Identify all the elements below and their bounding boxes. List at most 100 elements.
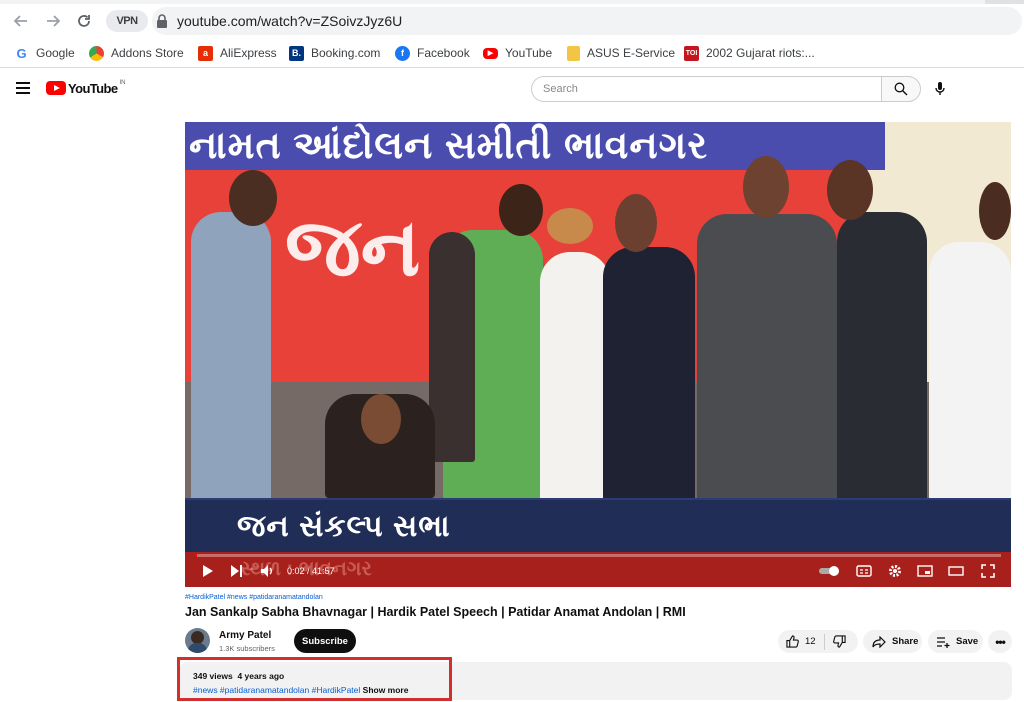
bookmarks-bar: G Google Addons Store a AliExpress B. Bo… (0, 38, 1024, 68)
autoplay-toggle[interactable] (819, 562, 841, 580)
reload-icon[interactable] (73, 10, 95, 32)
upload-age: 4 years ago (237, 671, 285, 681)
person-figure (191, 212, 271, 502)
address-bar-row: VPN youtube.com/watch?v=ZSoivzJyz6U (0, 4, 1024, 38)
bookmark-google[interactable]: G Google (14, 45, 75, 61)
volume-icon (261, 565, 272, 577)
person-head (615, 194, 657, 252)
aliexpress-icon: a (198, 45, 213, 61)
bookmark-gujarat[interactable]: TOI 2002 Gujarat riots:... (684, 45, 815, 61)
show-more-button[interactable]: Show more (363, 685, 409, 695)
bookmark-asus[interactable]: ASUS E-Service (567, 45, 675, 61)
person-figure (429, 232, 475, 462)
person-head (979, 182, 1011, 240)
forward-icon[interactable] (42, 10, 64, 32)
view-stats: 349 views 4 years ago (193, 671, 284, 681)
voice-search-button[interactable] (928, 77, 952, 101)
person-figure (929, 242, 1011, 502)
bookmark-addons-store[interactable]: Addons Store (89, 45, 184, 61)
back-icon[interactable] (10, 10, 32, 32)
subscribe-button[interactable]: Subscribe (294, 629, 356, 653)
progress-fill (195, 554, 197, 557)
captions-button[interactable] (855, 562, 873, 580)
mic-icon (935, 82, 945, 95)
person-head (827, 160, 873, 220)
save-label: Save (956, 636, 979, 647)
youtube-icon: ▶ (483, 47, 498, 59)
channel-avatar[interactable] (185, 628, 210, 653)
lock-icon[interactable] (156, 14, 170, 30)
bookmark-aliexpress[interactable]: a AliExpress (198, 45, 277, 61)
view-count: 349 views (193, 671, 233, 681)
bookmark-facebook[interactable]: f Facebook (395, 45, 470, 61)
person-head (743, 156, 789, 218)
settings-button[interactable] (886, 562, 904, 580)
gear-icon (889, 565, 901, 577)
like-button[interactable]: 12 (786, 635, 816, 648)
person-figure (540, 252, 610, 502)
dislike-button[interactable] (832, 635, 846, 648)
play-button[interactable] (199, 562, 215, 580)
person-head (499, 184, 543, 236)
folder-icon (567, 45, 580, 61)
person-figure (837, 212, 927, 502)
description-tags: #news #patidaranamatandolan #HardikPatel… (193, 685, 408, 695)
theater-mode-button[interactable] (947, 562, 965, 580)
save-playlist-icon (937, 636, 950, 648)
bookmark-booking[interactable]: B. Booking.com (289, 45, 380, 61)
bookmark-label: ASUS E-Service (587, 46, 676, 60)
video-hashtags[interactable]: #HardikPatel #news #patidaranamatandolan (185, 594, 323, 601)
share-icon (872, 635, 886, 648)
next-button[interactable] (229, 562, 245, 580)
search-input[interactable]: Search (531, 76, 882, 102)
menu-icon[interactable] (16, 82, 30, 94)
volume-button[interactable] (259, 562, 277, 580)
facebook-icon: f (395, 45, 410, 61)
miniplayer-icon (917, 565, 933, 577)
search-button[interactable] (881, 76, 921, 102)
person-head (361, 394, 401, 444)
thumbs-up-icon (786, 635, 799, 648)
fullscreen-button[interactable] (979, 562, 997, 580)
next-icon (231, 565, 242, 577)
bookmark-youtube[interactable]: ▶ YouTube (483, 45, 552, 61)
person-figure (603, 247, 695, 502)
more-actions-button[interactable]: ••• (988, 630, 1012, 653)
person-turban (547, 208, 593, 244)
person-figure (697, 214, 837, 502)
fullscreen-icon (981, 564, 995, 578)
video-player[interactable]: નામત આંદોલન સમીતી ભાવનગર જન જન સંકલ્પ સભ… (185, 122, 1011, 587)
channel-name[interactable]: Army Patel (219, 630, 271, 641)
search-icon (894, 82, 908, 96)
youtube-logo[interactable]: YouTube IN (46, 80, 125, 96)
like-count: 12 (805, 636, 816, 647)
miniplayer-button[interactable] (916, 562, 934, 580)
video-title: Jan Sankalp Sabha Bhavnagar | Hardik Pat… (185, 605, 686, 619)
bookmark-label: Google (36, 46, 75, 60)
captions-icon (856, 565, 872, 577)
more-icon: ••• (995, 634, 1006, 649)
addons-store-icon (89, 45, 104, 61)
bookmark-label: YouTube (505, 46, 553, 60)
description-hashtags[interactable]: #news #patidaranamatandolan #HardikPatel (193, 685, 360, 695)
bookmark-label: Booking.com (311, 46, 381, 60)
bookmark-label: Addons Store (111, 46, 184, 60)
toi-icon: TOI (684, 45, 699, 61)
thumbs-down-icon (832, 635, 846, 648)
like-dislike-group: 12 (778, 630, 858, 653)
share-label: Share (892, 636, 919, 647)
subscriber-count: 1.3K subscribers (219, 644, 275, 653)
autoplay-icon (819, 566, 839, 576)
person-head (229, 170, 277, 226)
save-button[interactable]: Save (928, 630, 983, 653)
bookmark-label: AliExpress (220, 46, 277, 60)
youtube-logo-icon (46, 81, 66, 95)
progress-bar[interactable] (195, 554, 1001, 557)
bookmark-label: Facebook (417, 46, 470, 60)
url-text[interactable]: youtube.com/watch?v=ZSoivzJyz6U (177, 13, 402, 29)
vpn-button[interactable]: VPN (106, 10, 148, 32)
country-code: IN (119, 80, 126, 86)
theater-icon (948, 566, 964, 576)
bookmark-label: 2002 Gujarat riots:... (706, 46, 815, 60)
share-button[interactable]: Share (863, 630, 922, 653)
